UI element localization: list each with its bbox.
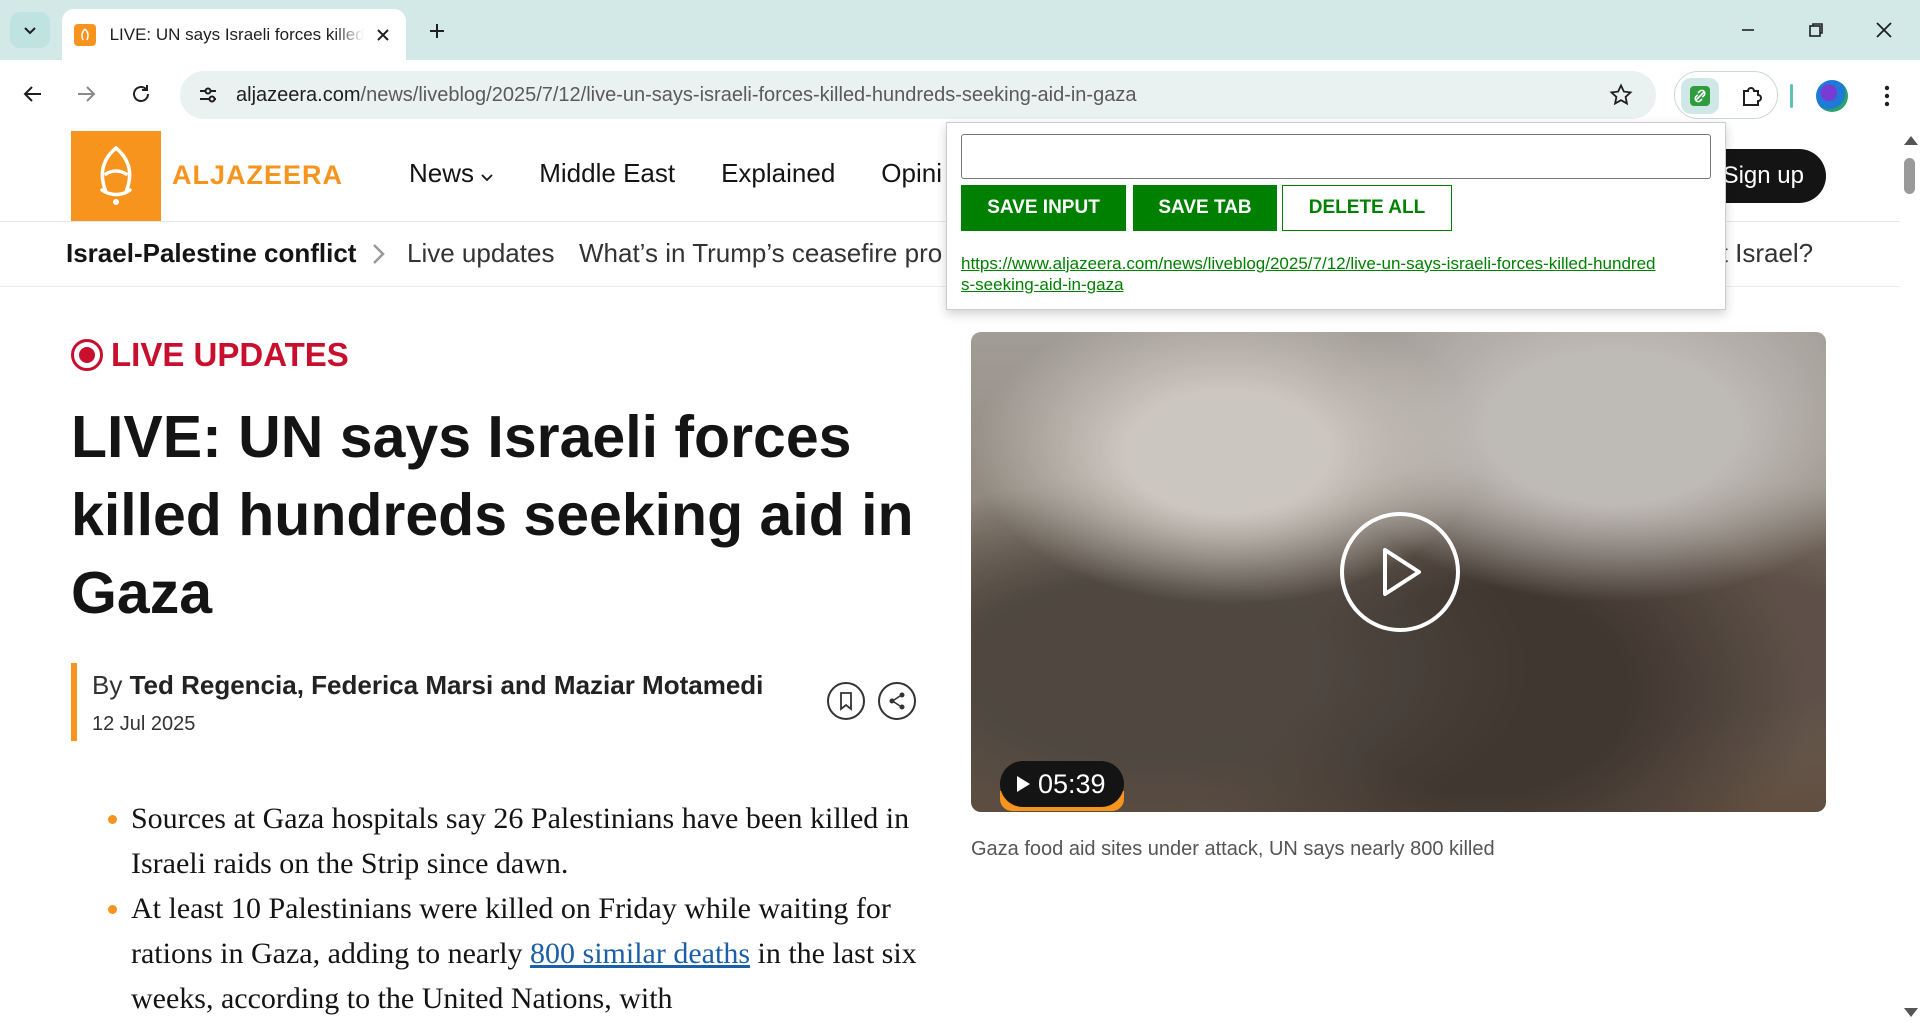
chevron-down-icon [481,174,493,182]
tab-strip: LIVE: UN says Israeli forces killed hund… [0,0,1920,60]
play-icon[interactable] [1340,512,1460,632]
delete-all-button[interactable]: DELETE ALL [1282,185,1452,231]
scroll-down-arrow-icon[interactable] [1904,1008,1918,1017]
link-saver-extension-icon[interactable] [1681,78,1719,114]
toolbar-divider [1790,84,1793,108]
profile-avatar[interactable] [1816,80,1848,112]
share-icon [889,692,905,710]
saved-link[interactable]: https://www.aljazeera.com/news/liveblog/… [961,253,1661,295]
video-player[interactable]: 05:39 [971,332,1826,812]
share-button[interactable] [878,682,916,720]
restore-icon[interactable] [1794,8,1838,52]
topic-item-ceasefire[interactable]: What’s in Trump’s ceasefire pro [579,238,942,269]
url-text[interactable]: aljazeera.com/news/liveblog/2025/7/12/li… [236,84,1136,107]
nav-item-middle-east[interactable]: Middle East [539,158,675,189]
url-host: aljazeera.com [236,83,361,106]
byline-authors[interactable]: Ted Regencia, Federica Marsi and Maziar … [130,670,764,700]
forward-arrow-icon[interactable] [66,74,106,114]
video-duration: 05:39 [1038,768,1106,799]
topic-item-israel[interactable]: rt Israel? [1712,238,1813,269]
video-caption: Gaza food aid sites under attack, UN say… [971,838,1495,860]
reload-icon[interactable] [121,74,161,114]
main-nav: News Middle East Explained Opini [409,158,942,189]
tab-title: LIVE: UN says Israeli forces killed hund… [109,24,365,44]
save-tab-button[interactable]: SAVE TAB [1133,185,1277,231]
chevron-down-icon [24,27,36,35]
byline-accent [71,663,77,741]
site-settings-tune-icon[interactable] [190,77,226,113]
bookmark-button[interactable] [827,682,865,720]
tab-search-button[interactable] [10,12,50,48]
page-scrollbar[interactable] [1900,130,1920,1023]
byline-prefix: By [92,670,123,700]
topic-link[interactable]: Israel-Palestine conflict [66,238,356,269]
key-points-list: Sources at Gaza hospitals say 26 Palesti… [108,796,928,1021]
close-window-icon[interactable] [1862,8,1906,52]
save-input-button[interactable]: SAVE INPUT [961,185,1126,231]
minimize-icon[interactable] [1726,8,1770,52]
nav-item-news[interactable]: News [409,158,493,189]
browser-toolbar: aljazeera.com/news/liveblog/2025/7/12/li… [0,60,1920,130]
inline-link[interactable]: 800 similar deaths [530,937,750,970]
more-menu-icon[interactable] [1870,78,1904,114]
extension-popup: SAVE INPUT SAVE TAB DELETE ALL https://w… [946,122,1726,310]
list-item: At least 10 Palestinians were killed on … [108,886,928,1021]
aljazeera-favicon-icon [74,23,96,46]
popup-text-input[interactable] [961,134,1711,179]
browser-tab[interactable]: LIVE: UN says Israeli forces killed hund… [62,9,406,60]
topic-item-live-updates[interactable]: Live updates [407,238,554,269]
live-updates-badge: LIVE UPDATES [71,336,349,374]
back-arrow-icon[interactable] [13,74,53,114]
publish-date: 12 Jul 2025 [92,713,196,735]
nav-item-opinion[interactable]: Opini [881,158,942,189]
address-bar[interactable]: aljazeera.com/news/liveblog/2025/7/12/li… [180,71,1656,119]
play-small-icon [1017,776,1030,792]
list-item: Sources at Gaza hospitals say 26 Palesti… [108,796,928,886]
scroll-up-arrow-icon[interactable] [1904,136,1918,145]
extensions-group [1674,71,1778,119]
byline: By Ted Regencia, Federica Marsi and Mazi… [92,670,763,701]
extensions-puzzle-icon[interactable] [1735,80,1769,112]
aljazeera-logo-icon[interactable] [71,131,161,221]
bookmark-icon [840,692,852,711]
scroll-thumb[interactable] [1904,158,1915,194]
chevron-right-icon [373,244,385,264]
live-indicator-icon [71,339,103,371]
logo-wordmark[interactable]: ALJAZEERA [172,160,343,191]
nav-item-explained[interactable]: Explained [721,158,835,189]
close-tab-icon[interactable] [372,24,394,46]
bookmark-star-icon[interactable] [1604,78,1638,112]
new-tab-plus-icon[interactable] [420,14,454,48]
url-path: /news/liveblog/2025/7/12/live-un-says-is… [360,83,1137,106]
live-updates-label: LIVE UPDATES [111,336,349,373]
video-duration-badge[interactable]: 05:39 [1000,761,1124,807]
article-headline: LIVE: UN says Israeli forces killed hund… [71,404,914,626]
